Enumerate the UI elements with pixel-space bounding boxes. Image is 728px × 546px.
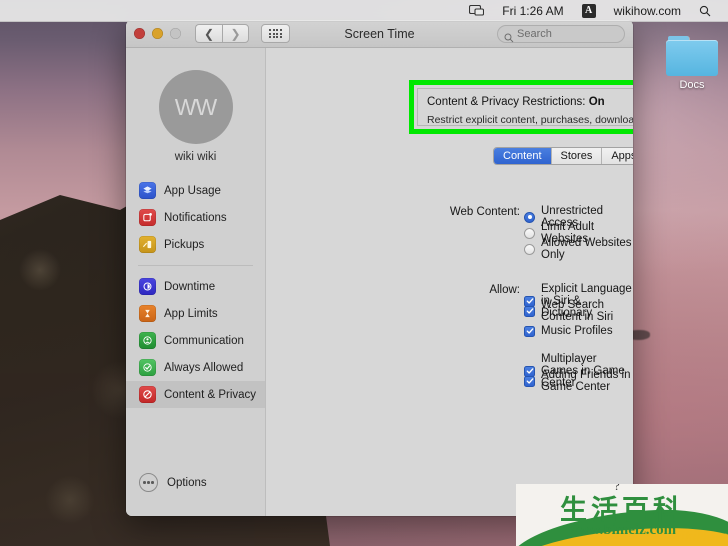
desktop-icon-docs[interactable]: Docs [660,36,724,91]
banner-title: Content & Privacy Restrictions: On [427,96,633,108]
sidebar-item-label: App Limits [164,307,218,320]
sidebar-item-pickups[interactable]: Pickups [126,231,265,258]
sidebar-item-label: Notifications [164,211,227,224]
checkbox-label: Adding Friends in Game Center [541,369,631,393]
sidebar-item-always-allowed[interactable]: Always Allowed [126,354,265,381]
options-button[interactable]: Options [126,473,207,492]
tab-content[interactable]: Content [494,148,552,164]
banner-title-prefix: Content & Privacy Restrictions: [427,96,589,108]
sidebar-item-content-and-privacy[interactable]: Content & Privacy [126,381,265,408]
all-preferences-grid-icon[interactable] [261,24,290,43]
avatar: WW [158,70,233,144]
menubar-clock[interactable]: Fri 1:26 AM [493,0,572,22]
checkmark-icon [524,375,535,387]
downtime-clock-icon [139,278,156,295]
chevron-left-icon[interactable]: ❮ [195,24,222,43]
sidebar: WW wiki wiki App Usage Notifications Pic… [126,48,266,516]
wifi-network-text: wikihow.com [613,3,681,18]
sidebar-item-app-limits[interactable]: App Limits [126,300,265,327]
window-body: WW wiki wiki App Usage Notifications Pic… [126,48,633,516]
sidebar-divider [138,265,253,266]
checkbox-web-search-content-in-siri[interactable]: Web Search Content in Siri [524,299,633,323]
hourglass-icon [139,305,156,322]
radio-label: Allowed Websites Only [541,237,632,261]
close-window-button[interactable] [134,28,145,39]
checkbox-music-profiles[interactable]: Music Profiles [524,325,613,337]
radio-allowed-websites-only[interactable]: Allowed Websites Only [524,237,633,261]
window-titlebar[interactable]: ❮ ❯ Screen Time [126,20,633,48]
content-privacy-banner: Content & Privacy Restrictions: On Restr… [417,88,633,126]
search-input[interactable] [517,28,617,40]
watermark: ? 生活百科 www.bimeiz.com wikiHow [516,484,728,546]
traffic-light-buttons [134,28,181,39]
radio-icon [524,243,535,255]
options-label: Options [167,476,207,489]
watermark-ghost-text: wikiHow [669,528,726,544]
sidebar-item-app-usage[interactable]: App Usage [126,177,265,204]
chevron-right-icon[interactable]: ❯ [222,24,249,43]
screen-time-window: ❮ ❯ Screen Time WW [126,20,633,516]
pickups-icon [139,236,156,253]
main-content-pane: Content & Privacy Restrictions: On Restr… [266,48,633,516]
input-source-menu[interactable]: A [573,0,605,22]
allow-label: Allow: [489,284,520,296]
content-tabs: Content Stores Apps Other [493,147,633,165]
spotlight-search-icon[interactable] [690,0,720,22]
sidebar-item-communication[interactable]: Communication [126,327,265,354]
search-field[interactable] [497,25,625,43]
clock-label: Fri 1:26 AM [502,3,564,18]
sidebar-item-label: Communication [164,334,244,347]
sidebar-item-label: App Usage [164,184,221,197]
person-circle-icon [139,332,156,349]
sidebar-item-label: Always Allowed [164,361,244,374]
minimize-window-button[interactable] [152,28,163,39]
checkbox-adding-friends-in-game-center[interactable]: Adding Friends in Game Center [524,369,633,393]
banner-subtitle: Restrict explicit content, purchases, do… [427,114,633,126]
sidebar-group-usage: App Usage Notifications Pickups [126,177,265,258]
sidebar-group-limits: Downtime App Limits Communication Always… [126,273,265,408]
options-ellipsis-icon [139,473,158,492]
input-source-badge: A [581,3,596,18]
checkbox-label: Web Search Content in Siri [541,299,614,323]
web-content-label: Web Content: [449,206,520,218]
sidebar-item-label: Pickups [164,238,205,251]
zoom-window-button[interactable] [170,28,181,39]
checkmark-icon [524,325,535,337]
folder-icon [666,36,718,76]
search-icon [504,30,514,42]
avatar-initials: WW [174,93,217,120]
layers-icon [139,182,156,199]
wifi-network-label[interactable]: wikihow.com [605,0,690,22]
checkmark-icon [524,305,535,317]
sidebar-item-label: Downtime [164,280,216,293]
banner-title-state: On [588,96,605,108]
sidebar-item-notifications[interactable]: Notifications [126,204,265,231]
sidebar-item-downtime[interactable]: Downtime [126,273,265,300]
no-entry-icon [139,386,156,403]
menu-bar: Fri 1:26 AM A wikihow.com [0,0,728,22]
notifications-icon [139,209,156,226]
tab-stores[interactable]: Stores [552,148,603,164]
highlight-annotation: Content & Privacy Restrictions: On Restr… [409,80,633,134]
airplay-display-icon[interactable] [460,0,493,22]
sidebar-item-label: Content & Privacy [164,388,257,401]
checkbox-label: Music Profiles [541,325,613,337]
navigation-buttons: ❮ ❯ [195,24,249,43]
desktop-icon-label: Docs [679,79,705,91]
account-name-label: wiki wiki [174,151,217,163]
check-circle-icon [139,359,156,376]
tab-apps[interactable]: Apps [602,148,633,164]
